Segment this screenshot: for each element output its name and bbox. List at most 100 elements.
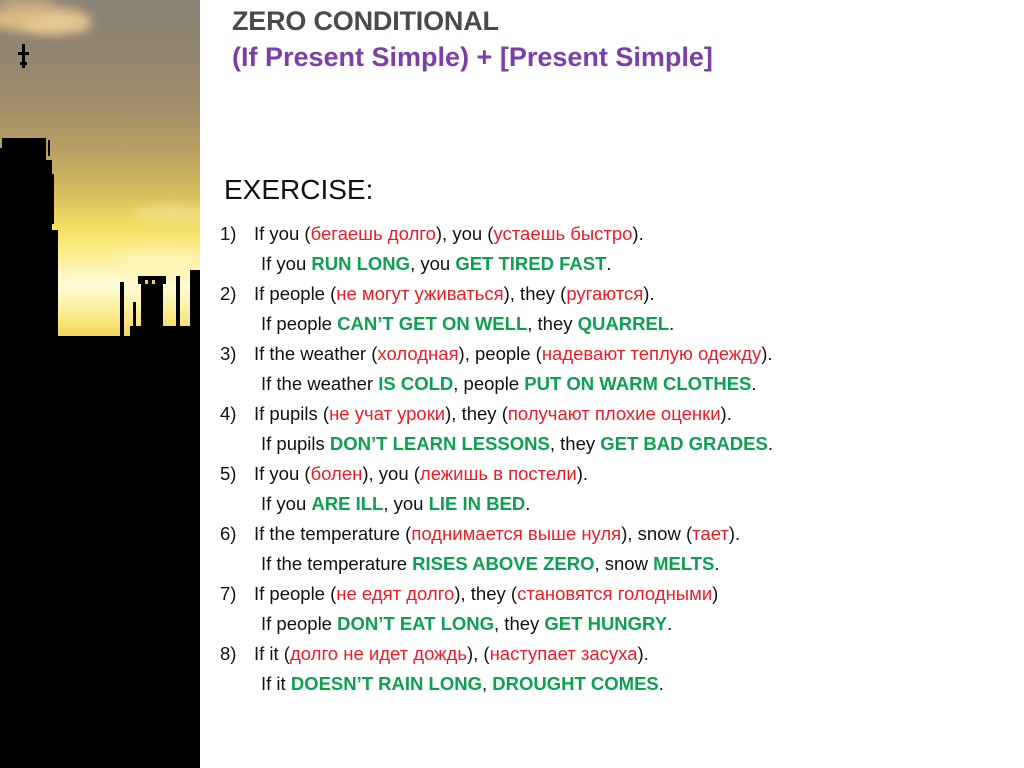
- exercise-lines: If you (бегаешь долго), you (устаешь быс…: [254, 219, 1018, 279]
- tower-belfry: [2, 138, 46, 168]
- exercise-prompt-line: If pupils (не учат уроки), they (получаю…: [254, 399, 1018, 429]
- sentence-text: , snow: [594, 553, 654, 574]
- russian-prompt-text: долго не идет дождь: [289, 643, 467, 664]
- exercise-number: 4): [220, 403, 237, 424]
- russian-prompt-text: устаешь быстро: [493, 223, 633, 244]
- russian-prompt-text: болен: [310, 463, 363, 484]
- exercise-prompt-line: If people (не могут уживаться), they (ру…: [254, 279, 1018, 309]
- exercise-item: 6) If the temperature (поднимается выше н…: [218, 519, 1018, 579]
- sentence-text: If pupils: [261, 433, 330, 454]
- exercise-answer-line: If it DOESN’T RAIN LONG, DROUGHT COMES.: [254, 669, 1018, 699]
- russian-prompt-text: не могут уживаться: [336, 283, 504, 304]
- spire-silhouette: [190, 270, 200, 362]
- sentence-text: ).: [761, 343, 773, 364]
- sentence-text: If you: [261, 253, 312, 274]
- exercise-lines: If pupils (не учат уроки), they (получаю…: [254, 399, 1018, 459]
- russian-prompt-text: надевают теплую одежду: [541, 343, 762, 364]
- sentence-text: .: [658, 673, 664, 694]
- exercise-prompt-line: If the temperature (поднимается выше нул…: [254, 519, 1018, 549]
- slide-canvas: ZERO CONDITIONAL (If Present Simple) + […: [0, 0, 1024, 768]
- exercise-answer-line: If people DON’T EAT LONG, they GET HUNGR…: [254, 609, 1018, 639]
- sentence-text: , they: [494, 613, 545, 634]
- exercise-number: 5): [220, 463, 237, 484]
- sentence-text: .: [751, 373, 757, 394]
- sentence-text: ), people (: [458, 343, 542, 364]
- sentence-text: If the weather: [261, 373, 379, 394]
- sentence-text: .: [714, 553, 720, 574]
- exercise-prompt-line: If people (не едят долго), they (становя…: [254, 579, 1018, 609]
- chimney-silhouette: [141, 282, 163, 362]
- russian-prompt-text: тает: [692, 523, 729, 544]
- english-answer-text: MELTS: [653, 553, 715, 574]
- sentence-text: If you (: [254, 223, 311, 244]
- russian-prompt-text: ругаются: [566, 283, 644, 304]
- exercise-lines: If people (не едят долго), they (становя…: [254, 579, 1018, 639]
- turret-needle: [48, 140, 50, 156]
- exercise-item: 8) If it (долго не идет дождь), (наступае…: [218, 639, 1018, 699]
- spire-silhouette: [176, 276, 180, 362]
- russian-prompt-text: не учат уроки: [329, 403, 446, 424]
- sentence-text: ).: [637, 643, 649, 664]
- exercise-lines: If the temperature (поднимается выше нул…: [254, 519, 1018, 579]
- spire-finial: [18, 52, 29, 55]
- exercise-item: 2) If people (не могут уживаться), they (…: [218, 279, 1018, 339]
- exercise-prompt-line: If it (долго не идет дождь), (наступает …: [254, 639, 1018, 669]
- english-answer-text: GET BAD GRADES: [600, 433, 768, 454]
- english-answer-text: GET TIRED FAST: [455, 253, 607, 274]
- sentence-text: ): [712, 583, 719, 604]
- english-answer-text: PUT ON WARM CLOTHES: [524, 373, 752, 394]
- exercise-prompt-line: If the weather (холодная), people (надев…: [254, 339, 1018, 369]
- sentence-text: ,: [481, 673, 493, 694]
- russian-prompt-text: наступает засуха: [489, 643, 638, 664]
- russian-prompt-text: поднимается выше нуля: [411, 523, 622, 544]
- sentence-text: If people (: [254, 583, 337, 604]
- sentence-text: ), they (: [503, 283, 567, 304]
- sentence-text: If the temperature (: [254, 523, 412, 544]
- english-answer-text: QUARREL: [577, 313, 670, 334]
- english-answer-text: RISES ABOVE ZERO: [412, 553, 595, 574]
- sentence-text: , you: [410, 253, 456, 274]
- exercise-lines: If the weather (холодная), people (надев…: [254, 339, 1018, 399]
- sentence-text: ).: [576, 463, 589, 484]
- sentence-text: If people: [261, 313, 338, 334]
- page-subtitle: (If Present Simple) + [Present Simple]: [232, 42, 713, 72]
- english-answer-text: DROUGHT COMES: [492, 673, 659, 694]
- turret-silhouette: [44, 174, 54, 224]
- sentence-text: .: [525, 493, 531, 514]
- english-answer-text: CAN’T GET ON WELL: [337, 313, 528, 334]
- exercise-lines: If it (долго не идет дождь), (наступает …: [254, 639, 1018, 699]
- exercise-item: 5) If you (болен), you (лежишь в постели)…: [218, 459, 1018, 519]
- sentence-text: ).: [643, 283, 655, 304]
- sentence-text: ), (: [466, 643, 490, 664]
- exercise-heading: EXERCISE:: [224, 174, 374, 205]
- russian-prompt-text: не едят долго: [336, 583, 455, 604]
- exercise-answer-line: If you ARE ILL, you LIE IN BED.: [254, 489, 1018, 519]
- sentence-text: , they: [527, 313, 578, 334]
- sentence-text: If the temperature: [261, 553, 413, 574]
- english-answer-text: ARE ILL: [311, 493, 384, 514]
- exercise-answer-line: If you RUN LONG, you GET TIRED FAST.: [254, 249, 1018, 279]
- exercise-number: 6): [220, 523, 237, 544]
- sentence-text: If pupils (: [254, 403, 330, 424]
- exercise-prompt-line: If you (бегаешь долго), you (устаешь быс…: [254, 219, 1018, 249]
- sentence-text: , people: [453, 373, 525, 394]
- exercise-number: 7): [220, 583, 237, 604]
- english-answer-text: IS COLD: [378, 373, 454, 394]
- sentence-text: , they: [549, 433, 601, 454]
- sentence-text: ), you (: [435, 223, 494, 244]
- russian-prompt-text: становятся голодными: [517, 583, 713, 604]
- sentence-text: If the weather (: [254, 343, 378, 364]
- exercise-answer-line: If the temperature RISES ABOVE ZERO, sno…: [254, 549, 1018, 579]
- russian-prompt-text: холодная: [377, 343, 459, 364]
- english-answer-text: LIE IN BED: [428, 493, 526, 514]
- english-answer-text: DOESN’T RAIN LONG: [290, 673, 482, 694]
- russian-prompt-text: лежишь в постели: [419, 463, 577, 484]
- sentence-text: ).: [728, 523, 741, 544]
- sentence-text: If it: [261, 673, 291, 694]
- sentence-text: , you: [383, 493, 429, 514]
- cloud-shape: [22, 16, 92, 34]
- english-answer-text: RUN LONG: [311, 253, 411, 274]
- exercise-list: 1) If you (бегаешь долго), you (устаешь б…: [218, 219, 1018, 699]
- slide-content: ZERO CONDITIONAL (If Present Simple) + […: [200, 0, 1024, 768]
- russian-prompt-text: получают плохие оценки: [507, 403, 721, 424]
